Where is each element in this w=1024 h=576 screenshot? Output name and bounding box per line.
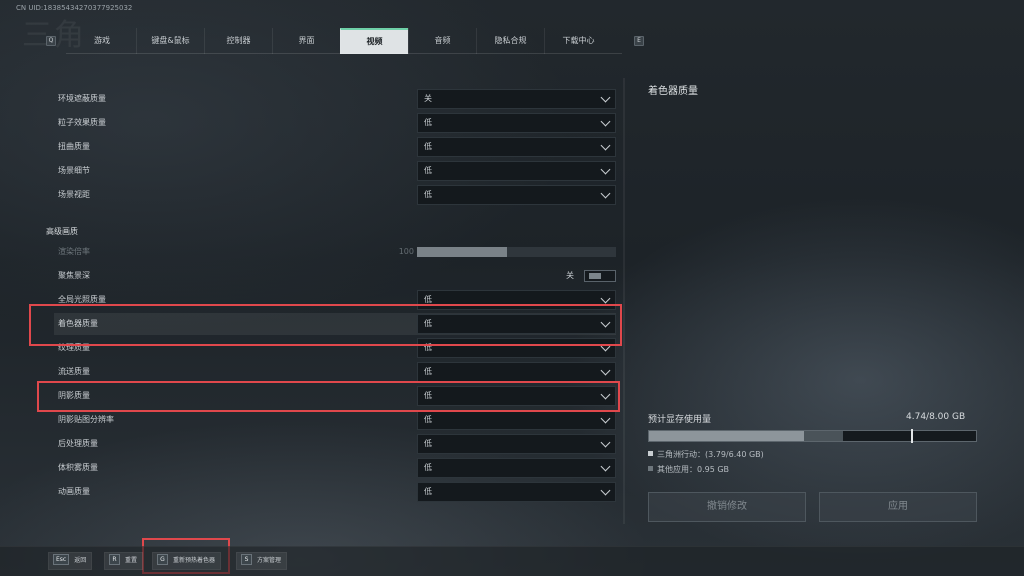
distortion-quality-dropdown[interactable]: 低 — [417, 137, 616, 157]
chevron-down-icon — [600, 293, 611, 304]
volumetric-fog-dropdown[interactable]: 低 — [417, 458, 616, 478]
chevron-down-icon — [600, 140, 611, 151]
tab-keyboard-mouse[interactable]: 键盘&鼠标 — [136, 28, 204, 54]
tab-controller[interactable]: 控制器 — [204, 28, 272, 54]
toggle-state: 关 — [566, 271, 574, 280]
render-scale-value: 100 — [398, 247, 414, 256]
vram-value: 4.74/8.00 GB — [906, 412, 966, 422]
setting-label: 场景视距 — [58, 190, 90, 199]
setting-distortion-quality: 扭曲质量 低 — [54, 136, 616, 158]
reset-button[interactable]: R 重置 — [104, 552, 144, 570]
setting-label: 环境遮蔽质量 — [58, 94, 106, 103]
setting-label: 流送质量 — [58, 367, 90, 376]
key-hint: G — [157, 554, 168, 565]
streaming-quality-dropdown[interactable]: 低 — [417, 362, 616, 382]
tab-list: 游戏 键盘&鼠标 控制器 界面 视频 音频 隐私合规 下载中心 — [68, 28, 612, 54]
setting-label: 场景细节 — [58, 166, 90, 175]
tab-video[interactable]: 视频 — [340, 28, 408, 54]
legend-square — [648, 451, 653, 456]
setting-shadow-map-resolution: 阴影贴图分辨率 低 — [54, 409, 616, 431]
depth-of-field-toggle[interactable] — [584, 270, 616, 282]
settings-list: 环境遮蔽质量 关 粒子效果质量 低 扭曲质量 低 场景细节 低 场景视距 低 高… — [44, 78, 622, 524]
scene-detail-dropdown[interactable]: 低 — [417, 161, 616, 181]
setting-label: 扭曲质量 — [58, 142, 90, 151]
setting-label: 粒子效果质量 — [58, 118, 106, 127]
key-hint: R — [109, 554, 120, 565]
slider-fill — [417, 247, 507, 257]
setting-label: 渲染倍率 — [58, 247, 90, 256]
setting-label: 阴影贴图分辨率 — [58, 415, 114, 424]
preset-management-button[interactable]: S 方案管理 — [236, 552, 288, 570]
prewarm-shaders-button[interactable]: G 重新预热着色器 — [152, 552, 222, 570]
setting-animation-quality: 动画质量 低 — [54, 481, 616, 503]
hint-label: 重置 — [125, 557, 138, 564]
legend-other: 其他应用：0.95 GB — [648, 464, 729, 475]
settings-scrollbar[interactable] — [623, 78, 625, 524]
chevron-down-icon — [600, 461, 611, 472]
setting-streaming-quality: 流送质量 低 — [54, 361, 616, 383]
render-scale-slider[interactable] — [417, 247, 616, 257]
highlight-box-shader-quality — [29, 304, 622, 346]
setting-view-distance: 场景视距 低 — [54, 184, 616, 206]
ambient-occlusion-dropdown[interactable]: 关 — [417, 89, 616, 109]
setting-label: 体积雾质量 — [58, 463, 98, 472]
key-hint: Esc — [53, 554, 70, 565]
setting-render-scale: 渲染倍率 100 — [54, 241, 616, 263]
tab-download-center[interactable]: 下载中心 — [544, 28, 612, 54]
legend-other-text: 其他应用：0.95 GB — [657, 465, 730, 474]
setting-volumetric-fog: 体积雾质量 低 — [54, 457, 616, 479]
chevron-down-icon — [600, 116, 611, 127]
legend-game-text: 三角洲行动：(3.79/6.40 GB) — [657, 450, 764, 459]
setting-post-processing: 后处理质量 低 — [54, 433, 616, 455]
chevron-down-icon — [600, 365, 611, 376]
back-button[interactable]: Esc 返回 — [48, 552, 93, 570]
vram-other-segment — [803, 431, 843, 441]
animation-quality-dropdown[interactable]: 低 — [417, 482, 616, 502]
legend-game: 三角洲行动：(3.79/6.40 GB) — [648, 449, 764, 460]
revert-button[interactable]: 撤销修改 — [648, 492, 806, 522]
tab-game[interactable]: 游戏 — [68, 28, 136, 54]
chevron-down-icon — [600, 188, 611, 199]
tab-privacy[interactable]: 隐私合规 — [476, 28, 544, 54]
vram-label: 预计显存使用量 — [648, 415, 712, 425]
vram-usage-bar — [648, 429, 977, 443]
vram-marker — [910, 429, 913, 443]
tab-audio[interactable]: 音频 — [408, 28, 476, 54]
shadow-map-resolution-dropdown[interactable]: 低 — [417, 410, 616, 430]
hint-label: 方案管理 — [257, 557, 282, 564]
setting-label: 后处理质量 — [58, 439, 98, 448]
highlight-box-shadow-quality — [37, 381, 620, 412]
apply-button[interactable]: 应用 — [819, 492, 977, 522]
setting-particle-quality: 粒子效果质量 低 — [54, 112, 616, 134]
view-distance-dropdown[interactable]: 低 — [417, 185, 616, 205]
setting-depth-of-field: 聚焦景深 关 — [54, 265, 616, 287]
top-tab-bar: Q 游戏 键盘&鼠标 控制器 界面 视频 音频 隐私合规 下载中心 E — [44, 28, 648, 54]
tab-divider — [66, 53, 622, 54]
hint-label: 返回 — [74, 557, 87, 564]
section-title-advanced: 高级画质 — [46, 227, 78, 236]
particle-quality-dropdown[interactable]: 低 — [417, 113, 616, 133]
vram-game-segment — [649, 431, 804, 441]
chevron-down-icon — [600, 164, 611, 175]
info-title: 着色器质量 — [648, 86, 698, 97]
chevron-down-icon — [600, 485, 611, 496]
setting-scene-detail: 场景细节 低 — [54, 160, 616, 182]
setting-label: 聚焦景深 — [58, 271, 90, 280]
chevron-down-icon — [600, 437, 611, 448]
setting-ambient-occlusion: 环境遮蔽质量 关 — [54, 88, 616, 110]
legend-square — [648, 466, 653, 471]
toggle-knob — [589, 273, 601, 279]
chevron-down-icon — [600, 92, 611, 103]
key-hint: S — [241, 554, 252, 565]
post-processing-dropdown[interactable]: 低 — [417, 434, 616, 454]
next-tab-key-hint[interactable]: E — [634, 36, 644, 46]
chevron-down-icon — [600, 413, 611, 424]
setting-label: 动画质量 — [58, 487, 90, 496]
prev-tab-key-hint[interactable]: Q — [46, 36, 56, 46]
hint-label: 重新预热着色器 — [173, 557, 216, 564]
tab-interface[interactable]: 界面 — [272, 28, 340, 54]
